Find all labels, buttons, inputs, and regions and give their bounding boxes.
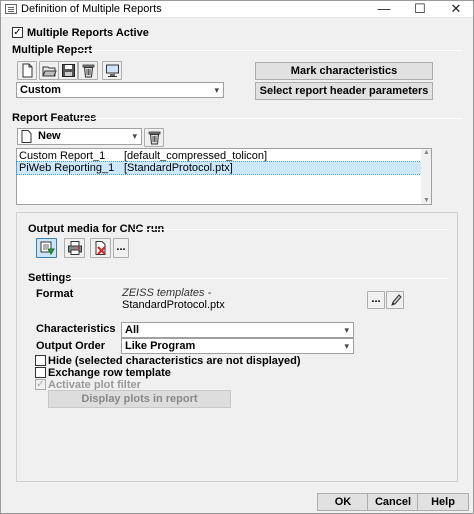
settings-section-label: Settings	[28, 272, 72, 284]
multiple-report-type-value: Custom	[20, 84, 61, 96]
list-scrollbar[interactable]: ▲ ▼	[421, 149, 431, 204]
delete-feature-button[interactable]	[144, 128, 164, 147]
multiple-reports-active-checkbox[interactable]: ✓	[12, 27, 23, 38]
format-template-file: StandardProtocol.ptx	[122, 299, 225, 311]
feature-value: [default_compressed_tolicon]	[124, 150, 268, 162]
ok-button[interactable]: OK	[317, 493, 369, 511]
hide-characteristics-label: Hide (selected characteristics are not d…	[48, 355, 301, 367]
characteristics-combo[interactable]: All ▾	[121, 322, 354, 338]
format-label: Format	[36, 288, 74, 300]
multiple-report-type-combo[interactable]: Custom ▾	[16, 82, 224, 98]
output-more-button[interactable]: ...	[113, 238, 129, 258]
multiple-reports-active-label: Multiple Reports Active	[27, 27, 149, 39]
open-folder-icon	[42, 66, 57, 77]
report-features-list[interactable]: Custom Report_1 [default_compressed_toli…	[16, 148, 432, 205]
new-feature-value: New	[38, 130, 61, 142]
file-delete-icon	[95, 241, 106, 255]
cancel-button[interactable]: Cancel	[367, 493, 419, 511]
save-disk-icon	[62, 64, 75, 77]
delete-report-button[interactable]	[78, 61, 98, 80]
feature-name: PiWeb Reporting_1	[19, 162, 115, 174]
exchange-row-template-label: Exchange row template	[48, 367, 171, 379]
list-item[interactable]: Custom Report_1 [default_compressed_toli…	[17, 150, 423, 162]
chevron-down-icon: ▾	[214, 85, 219, 95]
output-screen-button[interactable]	[36, 238, 57, 258]
characteristics-label: Characteristics	[36, 323, 116, 335]
multiple-report-divider	[76, 50, 462, 51]
report-features-divider	[78, 118, 462, 119]
output-order-combo[interactable]: Like Program ▾	[121, 338, 354, 354]
output-order-label: Output Order	[36, 340, 106, 352]
monitor-icon	[106, 64, 119, 77]
display-plots-button[interactable]: Display plots in report	[48, 390, 231, 408]
chevron-down-icon: ▾	[344, 325, 349, 335]
scroll-down-icon[interactable]: ▼	[423, 197, 430, 204]
format-edit-button[interactable]	[386, 291, 404, 309]
help-button[interactable]: Help	[417, 493, 469, 511]
open-report-button[interactable]	[39, 61, 59, 80]
characteristics-value: All	[125, 324, 140, 336]
settings-divider	[66, 278, 448, 279]
preview-report-button[interactable]	[102, 61, 122, 80]
chevron-down-icon: ▾	[132, 131, 137, 141]
mark-characteristics-button[interactable]: Mark characteristics	[255, 62, 433, 80]
output-file-button[interactable]	[90, 238, 111, 258]
activate-plot-filter-checkbox[interactable]: ✓	[35, 379, 46, 390]
new-document-icon	[22, 63, 33, 78]
select-report-header-button[interactable]: Select report header parameters	[255, 82, 433, 100]
title-bar: Definition of Multiple Reports — ☐ ✕	[0, 0, 474, 18]
output-printer-button[interactable]	[64, 238, 85, 258]
screen-output-icon	[40, 241, 55, 255]
output-order-value: Like Program	[125, 340, 196, 352]
close-button[interactable]: ✕	[438, 0, 474, 18]
exchange-row-template-checkbox[interactable]	[35, 367, 46, 378]
feature-name: Custom Report_1	[19, 150, 106, 162]
scroll-up-icon[interactable]: ▲	[423, 149, 430, 156]
delete-trash-icon	[82, 64, 95, 78]
list-item[interactable]: PiWeb Reporting_1 [StandardProtocol.ptx]	[16, 161, 424, 175]
new-document-icon	[21, 130, 32, 143]
output-media-divider	[133, 229, 448, 230]
window-icon	[5, 4, 17, 14]
new-report-button[interactable]	[17, 61, 37, 80]
format-browse-button[interactable]: ...	[367, 291, 385, 309]
format-template-source: ZEISS templates -	[122, 287, 212, 299]
minimize-button[interactable]: —	[366, 0, 402, 18]
window-title: Definition of Multiple Reports	[21, 3, 162, 15]
delete-trash-icon	[148, 131, 161, 145]
printer-icon	[68, 241, 82, 255]
pencil-icon	[391, 294, 402, 306]
new-feature-combo[interactable]: New ▾	[17, 128, 142, 145]
maximize-button[interactable]: ☐	[402, 0, 438, 18]
hide-characteristics-checkbox[interactable]	[35, 355, 46, 366]
save-report-button[interactable]	[58, 61, 78, 80]
chevron-down-icon: ▾	[344, 341, 349, 351]
feature-value: [StandardProtocol.ptx]	[124, 162, 233, 174]
